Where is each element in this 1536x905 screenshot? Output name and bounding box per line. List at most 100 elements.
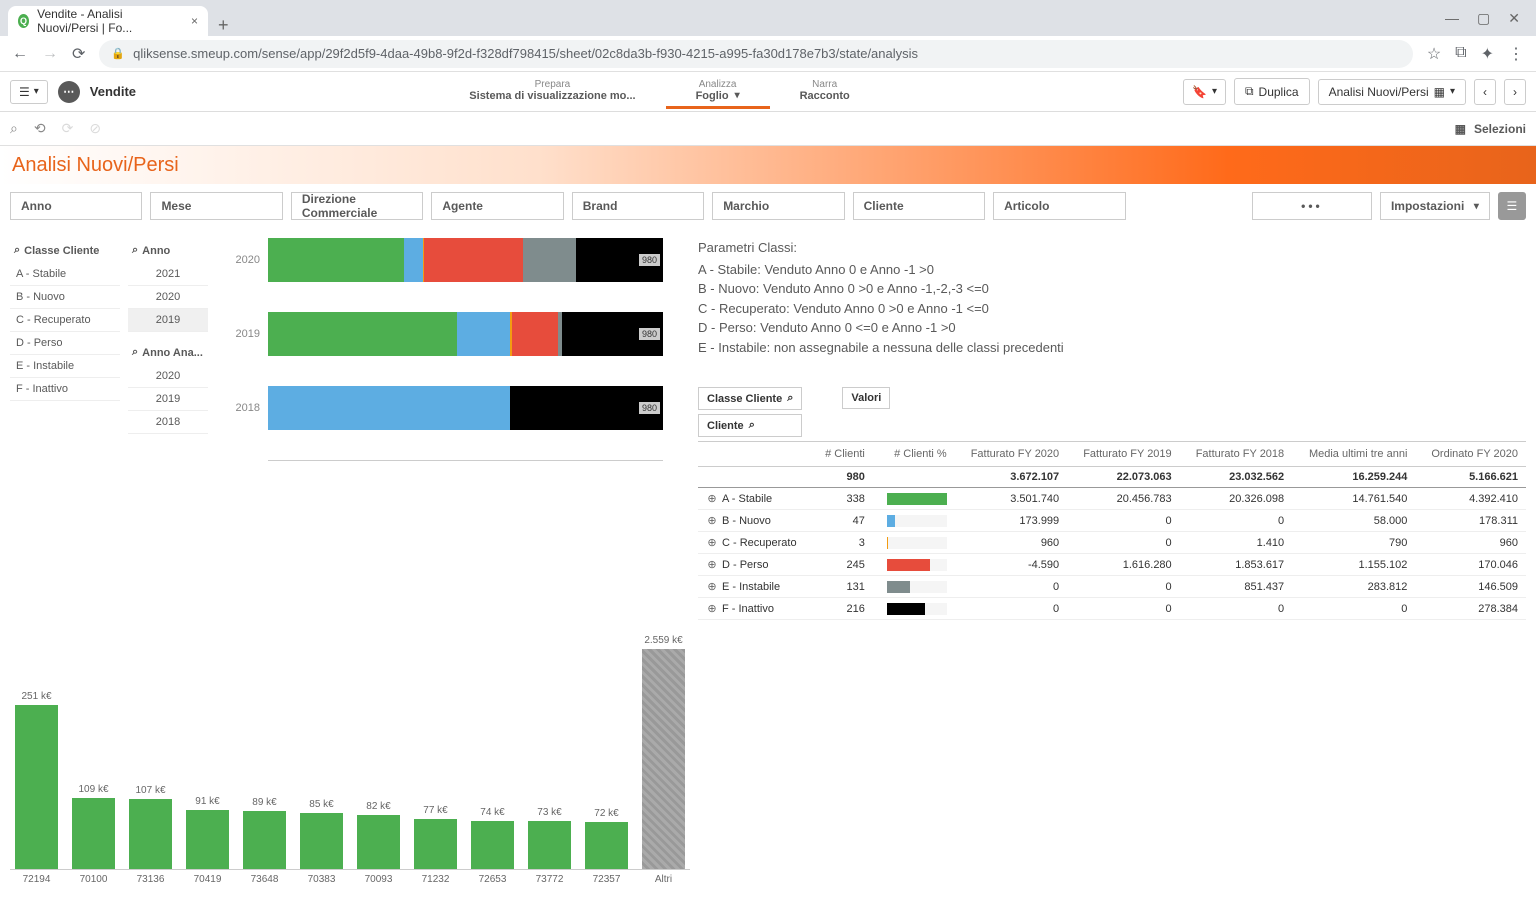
list-item[interactable]: 2020 — [128, 286, 208, 309]
sheet-banner: Analisi Nuovi/Persi — [0, 146, 1536, 184]
list-item[interactable]: F - Inattivo — [10, 378, 120, 401]
expand-icon[interactable]: ⊕ — [706, 492, 718, 505]
filter-marchio[interactable]: Marchio — [712, 192, 844, 220]
list-item[interactable]: B - Nuovo — [10, 286, 120, 309]
table-row[interactable]: ⊕B - Nuovo47173.9990058.000178.311 — [698, 510, 1526, 532]
tab-title: Vendite - Analisi Nuovi/Persi | Fo... — [37, 7, 183, 35]
prev-sheet-button[interactable]: ‹ — [1474, 79, 1496, 105]
close-window-icon[interactable]: ✕ — [1508, 10, 1520, 27]
step-back-icon[interactable]: ⟲ — [34, 120, 46, 137]
window-controls: — ▢ ✕ — [1445, 10, 1528, 27]
filter-impostazioni[interactable]: Impostazioni▾ — [1380, 192, 1490, 220]
listbox-panel: ⌕Classe Cliente A - StabileB - NuovoC - … — [10, 238, 208, 620]
pivot-dim-cliente[interactable]: Cliente ⌕ — [698, 414, 802, 437]
expand-icon[interactable]: ⊕ — [706, 514, 718, 527]
search-icon: ⌕ — [787, 392, 793, 405]
list-item[interactable]: 2019 — [128, 388, 208, 411]
pivot-table[interactable]: # Clienti # Clienti % Fatturato FY 2020 … — [698, 441, 1526, 620]
list-item[interactable]: 2019 — [128, 309, 208, 332]
expand-icon[interactable]: ⊕ — [706, 536, 718, 549]
list-item[interactable]: 2020 — [128, 365, 208, 388]
filter-agente[interactable]: Agente — [431, 192, 563, 220]
grid-toggle-icon[interactable]: ☰ — [1498, 192, 1526, 220]
list-item[interactable]: 2018 — [128, 411, 208, 434]
app-name: Vendite — [90, 84, 136, 99]
list-item[interactable]: 2021 — [128, 263, 208, 286]
pivot-dim-classe[interactable]: Classe Cliente ⌕ — [698, 387, 802, 410]
puzzle-icon[interactable]: ✦ — [1481, 44, 1494, 64]
selezioni-label[interactable]: Selezioni — [1474, 122, 1526, 136]
hamburger-menu[interactable]: ☰ ▾ — [10, 80, 48, 104]
url-text: qliksense.smeup.com/sense/app/29f2d5f9-4… — [133, 46, 918, 61]
filter-brand[interactable]: Brand — [572, 192, 704, 220]
sheet-selector[interactable]: Analisi Nuovi/Persi ▦ ▾ — [1318, 79, 1466, 105]
listbox-classe-header[interactable]: ⌕Classe Cliente — [10, 238, 120, 263]
sheet-title: Analisi Nuovi/Persi — [12, 154, 179, 177]
reload-icon[interactable]: ⟳ — [72, 44, 85, 64]
list-item[interactable]: D - Perso — [10, 332, 120, 355]
filter-row: Anno Mese Direzione Commerciale Agente B… — [0, 184, 1536, 228]
table-row[interactable]: ⊕C - Recuperato396001.410790960 — [698, 532, 1526, 554]
list-item[interactable]: C - Recuperato — [10, 309, 120, 332]
workflow-tabs: Prepara Sistema di visualizzazione mo...… — [439, 75, 879, 109]
browser-tabstrip: Q Vendite - Analisi Nuovi/Persi | Fo... … — [0, 0, 1536, 36]
listbox-annoana-header[interactable]: ⌕Anno Ana... — [128, 340, 208, 365]
smart-search-icon[interactable]: ⌕ — [10, 120, 18, 137]
table-row[interactable]: ⊕E - Instabile13100851.437283.812146.509 — [698, 576, 1526, 598]
list-item[interactable]: E - Instabile — [10, 355, 120, 378]
search-icon: ⌕ — [132, 346, 138, 359]
bottom-bar-chart[interactable]: 251 k€109 k€107 k€91 k€89 k€85 k€82 k€77… — [0, 640, 700, 905]
step-fwd-icon[interactable]: ⟳ — [62, 120, 74, 137]
tab-prepara[interactable]: Prepara Sistema di visualizzazione mo... — [439, 75, 665, 109]
right-panel: Parametri Classi: A - Stabile: Venduto A… — [678, 238, 1526, 620]
listbox-anno-wrap: ⌕Anno 202120202019 ⌕Anno Ana... 20202019… — [128, 238, 208, 620]
minimize-icon[interactable]: — — [1445, 10, 1459, 27]
bookmark-button[interactable]: 🔖 ▾ — [1183, 79, 1226, 105]
qlik-favicon: Q — [18, 14, 29, 28]
pivot-table-area: Classe Cliente ⌕ Cliente ⌕ Valori # Clie… — [698, 387, 1526, 620]
search-icon: ⌕ — [749, 419, 755, 432]
app-toolbar: ☰ ▾ ⋯ Vendite Prepara Sistema di visuali… — [0, 72, 1536, 112]
clear-icon[interactable]: ⊘ — [89, 120, 101, 137]
selection-bar: ⌕ ⟲ ⟳ ⊘ ▦ Selezioni — [0, 112, 1536, 146]
maximize-icon[interactable]: ▢ — [1477, 10, 1490, 27]
pivot-valori[interactable]: Valori — [842, 387, 890, 409]
main-content: ⌕Classe Cliente A - StabileB - NuovoC - … — [0, 228, 1536, 630]
list-item[interactable]: A - Stabile — [10, 263, 120, 286]
duplica-button[interactable]: ⧉ Duplica — [1234, 78, 1310, 105]
listbox-anno-header[interactable]: ⌕Anno — [128, 238, 208, 263]
table-row[interactable]: ⊕A - Stabile3383.501.74020.456.78320.326… — [698, 488, 1526, 510]
chevron-down-icon: ▾ — [735, 90, 740, 101]
tab-analizza[interactable]: Analizza Foglio▾ — [666, 75, 770, 109]
star-icon[interactable]: ☆ — [1427, 44, 1441, 64]
browser-address-bar: ← → ⟳ 🔒 qliksense.smeup.com/sense/app/29… — [0, 36, 1536, 72]
filter-anno[interactable]: Anno — [10, 192, 142, 220]
toolbar-right: 🔖 ▾ ⧉ Duplica Analisi Nuovi/Persi ▦ ▾ ‹ … — [1183, 78, 1526, 105]
stacked-bar-chart[interactable]: 202098020199802018980 — [223, 238, 663, 620]
table-row[interactable]: ⊕F - Inattivo2160000278.384 — [698, 598, 1526, 620]
new-tab-button[interactable]: + — [208, 15, 239, 36]
filter-cliente[interactable]: Cliente — [853, 192, 985, 220]
expand-icon[interactable]: ⊕ — [706, 602, 718, 615]
tab-narra[interactable]: Narra Racconto — [770, 75, 880, 109]
close-icon[interactable]: × — [191, 14, 198, 28]
selections-grid-icon[interactable]: ▦ — [1455, 122, 1466, 136]
next-sheet-button[interactable]: › — [1504, 79, 1526, 105]
expand-icon[interactable]: ⊕ — [706, 558, 718, 571]
filter-mese[interactable]: Mese — [150, 192, 282, 220]
params-text: Parametri Classi: A - Stabile: Venduto A… — [698, 238, 1526, 357]
filter-articolo[interactable]: Articolo — [993, 192, 1125, 220]
app-logo-icon: ⋯ — [58, 81, 80, 103]
filter-direzione[interactable]: Direzione Commerciale — [291, 192, 423, 220]
back-icon[interactable]: ← — [12, 45, 28, 63]
extension-icon[interactable]: ⧉ — [1455, 44, 1466, 64]
url-field[interactable]: 🔒 qliksense.smeup.com/sense/app/29f2d5f9… — [99, 40, 1412, 68]
search-icon: ⌕ — [14, 244, 20, 257]
forward-icon[interactable]: → — [42, 45, 58, 63]
lock-icon: 🔒 — [111, 47, 125, 60]
expand-icon[interactable]: ⊕ — [706, 580, 718, 593]
filter-more[interactable]: ••• — [1252, 192, 1372, 220]
browser-tab[interactable]: Q Vendite - Analisi Nuovi/Persi | Fo... … — [8, 6, 208, 36]
table-row[interactable]: ⊕D - Perso245-4.5901.616.2801.853.6171.1… — [698, 554, 1526, 576]
menu-icon[interactable]: ⋮ — [1508, 44, 1524, 64]
